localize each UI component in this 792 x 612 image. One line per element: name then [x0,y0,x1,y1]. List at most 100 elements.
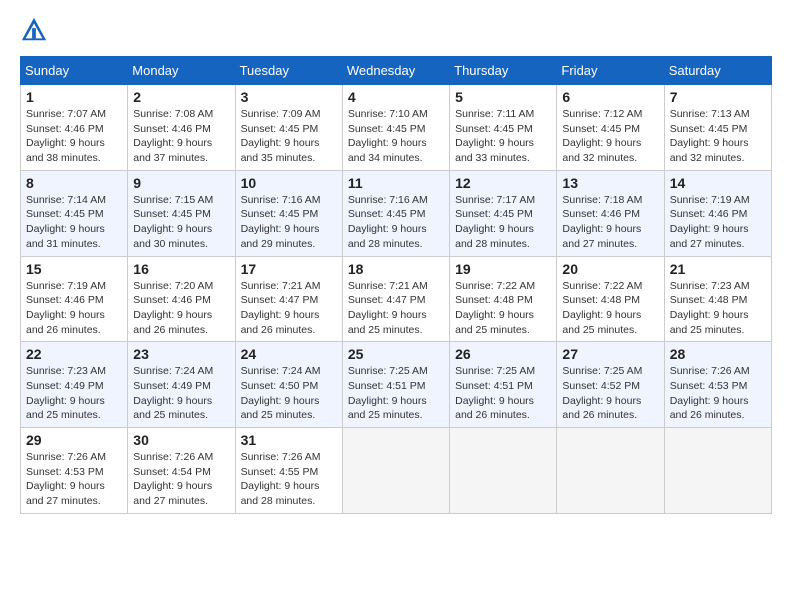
day-number: 9 [133,175,229,191]
header-tuesday: Tuesday [235,57,342,85]
day-number: 5 [455,89,551,105]
calendar-cell: 24 Sunrise: 7:24 AMSunset: 4:50 PMDaylig… [235,342,342,428]
calendar-cell: 11 Sunrise: 7:16 AMSunset: 4:45 PMDaylig… [342,170,449,256]
day-number: 10 [241,175,337,191]
day-number: 3 [241,89,337,105]
header-friday: Friday [557,57,664,85]
header-row: SundayMondayTuesdayWednesdayThursdayFrid… [21,57,772,85]
calendar-cell: 25 Sunrise: 7:25 AMSunset: 4:51 PMDaylig… [342,342,449,428]
day-info: Sunrise: 7:19 AMSunset: 4:46 PMDaylight:… [670,193,766,252]
day-info: Sunrise: 7:08 AMSunset: 4:46 PMDaylight:… [133,107,229,166]
logo-icon [20,16,48,44]
day-info: Sunrise: 7:22 AMSunset: 4:48 PMDaylight:… [562,279,658,338]
day-info: Sunrise: 7:25 AMSunset: 4:52 PMDaylight:… [562,364,658,423]
day-info: Sunrise: 7:17 AMSunset: 4:45 PMDaylight:… [455,193,551,252]
day-number: 12 [455,175,551,191]
header-wednesday: Wednesday [342,57,449,85]
calendar-cell: 4 Sunrise: 7:10 AMSunset: 4:45 PMDayligh… [342,85,449,171]
day-info: Sunrise: 7:26 AMSunset: 4:55 PMDaylight:… [241,450,337,509]
calendar-cell: 17 Sunrise: 7:21 AMSunset: 4:47 PMDaylig… [235,256,342,342]
day-info: Sunrise: 7:26 AMSunset: 4:54 PMDaylight:… [133,450,229,509]
calendar-cell: 14 Sunrise: 7:19 AMSunset: 4:46 PMDaylig… [664,170,771,256]
header-saturday: Saturday [664,57,771,85]
calendar-cell: 22 Sunrise: 7:23 AMSunset: 4:49 PMDaylig… [21,342,128,428]
day-info: Sunrise: 7:15 AMSunset: 4:45 PMDaylight:… [133,193,229,252]
day-info: Sunrise: 7:24 AMSunset: 4:49 PMDaylight:… [133,364,229,423]
header-thursday: Thursday [450,57,557,85]
day-number: 14 [670,175,766,191]
day-info: Sunrise: 7:11 AMSunset: 4:45 PMDaylight:… [455,107,551,166]
calendar-cell: 26 Sunrise: 7:25 AMSunset: 4:51 PMDaylig… [450,342,557,428]
day-number: 11 [348,175,444,191]
day-info: Sunrise: 7:23 AMSunset: 4:48 PMDaylight:… [670,279,766,338]
day-number: 2 [133,89,229,105]
day-info: Sunrise: 7:22 AMSunset: 4:48 PMDaylight:… [455,279,551,338]
day-info: Sunrise: 7:18 AMSunset: 4:46 PMDaylight:… [562,193,658,252]
logo [20,16,52,44]
calendar-cell: 27 Sunrise: 7:25 AMSunset: 4:52 PMDaylig… [557,342,664,428]
calendar-cell: 1 Sunrise: 7:07 AMSunset: 4:46 PMDayligh… [21,85,128,171]
day-number: 26 [455,346,551,362]
calendar-table: SundayMondayTuesdayWednesdayThursdayFrid… [20,56,772,514]
day-info: Sunrise: 7:19 AMSunset: 4:46 PMDaylight:… [26,279,122,338]
day-number: 18 [348,261,444,277]
day-number: 27 [562,346,658,362]
calendar-cell: 12 Sunrise: 7:17 AMSunset: 4:45 PMDaylig… [450,170,557,256]
calendar-cell: 3 Sunrise: 7:09 AMSunset: 4:45 PMDayligh… [235,85,342,171]
day-info: Sunrise: 7:12 AMSunset: 4:45 PMDaylight:… [562,107,658,166]
day-info: Sunrise: 7:23 AMSunset: 4:49 PMDaylight:… [26,364,122,423]
calendar-cell: 7 Sunrise: 7:13 AMSunset: 4:45 PMDayligh… [664,85,771,171]
calendar-cell: 5 Sunrise: 7:11 AMSunset: 4:45 PMDayligh… [450,85,557,171]
day-number: 4 [348,89,444,105]
day-number: 8 [26,175,122,191]
calendar-cell: 23 Sunrise: 7:24 AMSunset: 4:49 PMDaylig… [128,342,235,428]
header-sunday: Sunday [21,57,128,85]
day-number: 31 [241,432,337,448]
day-number: 25 [348,346,444,362]
calendar-cell: 13 Sunrise: 7:18 AMSunset: 4:46 PMDaylig… [557,170,664,256]
page-header [20,16,772,44]
day-number: 22 [26,346,122,362]
day-number: 7 [670,89,766,105]
day-info: Sunrise: 7:16 AMSunset: 4:45 PMDaylight:… [241,193,337,252]
day-info: Sunrise: 7:21 AMSunset: 4:47 PMDaylight:… [348,279,444,338]
day-info: Sunrise: 7:25 AMSunset: 4:51 PMDaylight:… [455,364,551,423]
day-info: Sunrise: 7:16 AMSunset: 4:45 PMDaylight:… [348,193,444,252]
day-number: 23 [133,346,229,362]
calendar-cell: 28 Sunrise: 7:26 AMSunset: 4:53 PMDaylig… [664,342,771,428]
day-number: 1 [26,89,122,105]
day-number: 24 [241,346,337,362]
day-info: Sunrise: 7:26 AMSunset: 4:53 PMDaylight:… [670,364,766,423]
calendar-cell [450,428,557,514]
calendar-header: SundayMondayTuesdayWednesdayThursdayFrid… [21,57,772,85]
calendar-cell: 8 Sunrise: 7:14 AMSunset: 4:45 PMDayligh… [21,170,128,256]
calendar-cell: 16 Sunrise: 7:20 AMSunset: 4:46 PMDaylig… [128,256,235,342]
day-number: 30 [133,432,229,448]
day-info: Sunrise: 7:21 AMSunset: 4:47 PMDaylight:… [241,279,337,338]
day-number: 28 [670,346,766,362]
calendar-cell: 9 Sunrise: 7:15 AMSunset: 4:45 PMDayligh… [128,170,235,256]
day-number: 6 [562,89,658,105]
day-number: 16 [133,261,229,277]
day-info: Sunrise: 7:07 AMSunset: 4:46 PMDaylight:… [26,107,122,166]
week-row-4: 22 Sunrise: 7:23 AMSunset: 4:49 PMDaylig… [21,342,772,428]
calendar-cell [342,428,449,514]
calendar-cell [557,428,664,514]
day-number: 19 [455,261,551,277]
day-info: Sunrise: 7:26 AMSunset: 4:53 PMDaylight:… [26,450,122,509]
day-number: 15 [26,261,122,277]
week-row-5: 29 Sunrise: 7:26 AMSunset: 4:53 PMDaylig… [21,428,772,514]
calendar-cell: 30 Sunrise: 7:26 AMSunset: 4:54 PMDaylig… [128,428,235,514]
calendar-cell: 10 Sunrise: 7:16 AMSunset: 4:45 PMDaylig… [235,170,342,256]
day-number: 29 [26,432,122,448]
day-info: Sunrise: 7:09 AMSunset: 4:45 PMDaylight:… [241,107,337,166]
week-row-1: 1 Sunrise: 7:07 AMSunset: 4:46 PMDayligh… [21,85,772,171]
calendar-cell: 15 Sunrise: 7:19 AMSunset: 4:46 PMDaylig… [21,256,128,342]
week-row-3: 15 Sunrise: 7:19 AMSunset: 4:46 PMDaylig… [21,256,772,342]
day-number: 21 [670,261,766,277]
day-info: Sunrise: 7:14 AMSunset: 4:45 PMDaylight:… [26,193,122,252]
calendar-cell: 2 Sunrise: 7:08 AMSunset: 4:46 PMDayligh… [128,85,235,171]
day-info: Sunrise: 7:10 AMSunset: 4:45 PMDaylight:… [348,107,444,166]
day-info: Sunrise: 7:24 AMSunset: 4:50 PMDaylight:… [241,364,337,423]
calendar-cell: 18 Sunrise: 7:21 AMSunset: 4:47 PMDaylig… [342,256,449,342]
